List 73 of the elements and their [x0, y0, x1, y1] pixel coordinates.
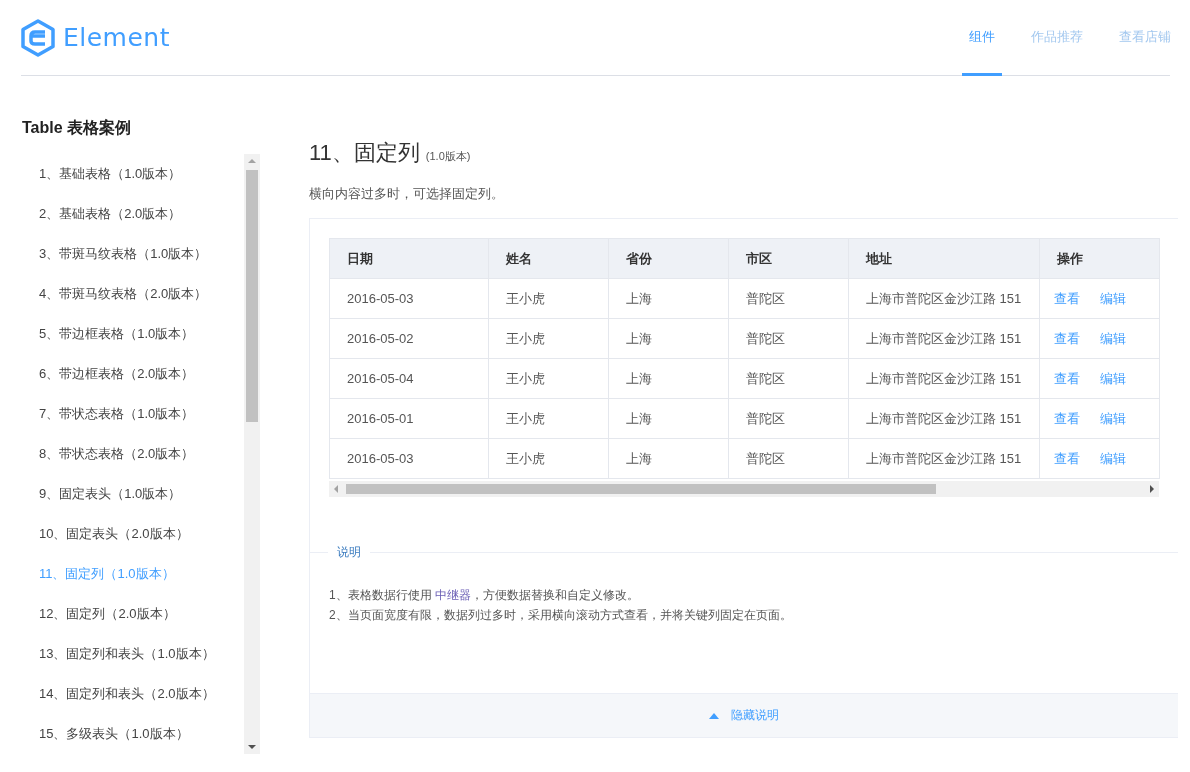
nav-tab[interactable]: 组件 [962, 0, 1002, 76]
table-cell: 普陀区 [728, 318, 849, 359]
table-link[interactable]: 查看 [1054, 450, 1080, 466]
sidebar-item[interactable]: 15、多级表头（1.0版本） [22, 714, 244, 754]
logo-text[interactable]: Element [63, 23, 170, 52]
table-cell: 上海 [608, 318, 729, 359]
column-header: 市区 [728, 238, 849, 279]
horizontal-scrollbar[interactable] [329, 481, 1159, 497]
table-cell: 2016-05-02 [329, 318, 489, 359]
column-header: 姓名 [488, 238, 609, 279]
table-cell: 普陀区 [728, 358, 849, 399]
table-cell: 上海 [608, 438, 729, 479]
table-cell: 上海市普陀区金沙江路 151 [848, 278, 1040, 319]
table-cell: 王小虎 [488, 278, 609, 319]
table-link[interactable]: 编辑 [1100, 330, 1126, 346]
table-cell: 上海市普陀区金沙江路 151 [848, 358, 1040, 399]
table-cell: 普陀区 [728, 398, 849, 439]
table-cell: 王小虎 [488, 438, 609, 479]
hide-notes-button[interactable]: 隐藏说明 [709, 705, 779, 726]
sidebar-item[interactable]: 12、固定列（2.0版本） [22, 594, 244, 634]
sidebar-item[interactable]: 4、带斑马纹表格（2.0版本） [22, 274, 244, 314]
sidebar-item[interactable]: 8、带状态表格（2.0版本） [22, 434, 244, 474]
sidebar-item[interactable]: 14、固定列和表头（2.0版本） [22, 674, 244, 714]
table-link[interactable]: 编辑 [1100, 450, 1126, 466]
note-text: 1、表格数据行使用 中继器，方便数据替换和自定义修改。 [329, 587, 640, 604]
sidebar-item[interactable]: 13、固定列和表头（1.0版本） [22, 634, 244, 674]
table-cell: 王小虎 [488, 398, 609, 439]
table-link[interactable]: 查看 [1054, 290, 1080, 306]
table-link[interactable]: 编辑 [1100, 290, 1126, 306]
table-cell: 2016-05-03 [329, 438, 489, 479]
table-link[interactable]: 编辑 [1100, 370, 1126, 386]
table-link[interactable]: 查看 [1054, 370, 1080, 386]
table-cell: 普陀区 [728, 278, 849, 319]
table-link[interactable]: 编辑 [1100, 410, 1126, 426]
table-cell: 上海市普陀区金沙江路 151 [848, 398, 1040, 439]
column-header: 操作 [1039, 238, 1160, 279]
logo-icon [21, 18, 55, 57]
column-header: 日期 [329, 238, 489, 279]
table-cell: 上海 [608, 398, 729, 439]
column-header: 地址 [848, 238, 1040, 279]
sidebar-item[interactable]: 10、固定表头（2.0版本） [22, 514, 244, 554]
table-cell: 2016-05-01 [329, 398, 489, 439]
sidebar-item[interactable]: 6、带边框表格（2.0版本） [22, 354, 244, 394]
sidebar-title: Table 表格案例 [22, 118, 133, 138]
nav-tab[interactable]: 作品推荐 [1024, 0, 1090, 76]
version-label: (1.0版本) [425, 149, 471, 164]
nav-tab[interactable]: 查看店铺 [1112, 0, 1178, 76]
table-link[interactable]: 查看 [1054, 410, 1080, 426]
note-text: 2、当页面宽度有限，数据列过多时，采用横向滚动方式查看，并将关键列固定在页面。 [329, 607, 793, 624]
section-description: 横向内容过多时，可选择固定列。 [309, 185, 505, 203]
notes-legend: 说明 [328, 544, 370, 561]
table-cell: 普陀区 [728, 438, 849, 479]
sidebar-item[interactable]: 9、固定表头（1.0版本） [22, 474, 244, 514]
section-title: 11、固定列 [309, 139, 420, 167]
table-cell: 上海 [608, 358, 729, 399]
table-cell: 2016-05-04 [329, 358, 489, 399]
table-link[interactable]: 查看 [1054, 330, 1080, 346]
sidebar-item[interactable]: 2、基础表格（2.0版本） [22, 194, 244, 234]
table-cell: 上海市普陀区金沙江路 151 [848, 318, 1040, 359]
table-cell: 上海 [608, 278, 729, 319]
vertical-scrollbar[interactable] [244, 154, 260, 754]
sidebar-item[interactable]: 1、基础表格（1.0版本） [22, 154, 244, 194]
table-cell: 王小虎 [488, 318, 609, 359]
sidebar-item[interactable]: 11、固定列（1.0版本） [22, 554, 244, 594]
column-header: 省份 [608, 238, 729, 279]
sidebar-item[interactable]: 3、带斑马纹表格（1.0版本） [22, 234, 244, 274]
table-cell: 上海市普陀区金沙江路 151 [848, 438, 1040, 479]
sidebar-item[interactable]: 5、带边框表格（1.0版本） [22, 314, 244, 354]
table-cell: 2016-05-03 [329, 278, 489, 319]
note-link[interactable]: 中继器 [435, 588, 471, 602]
caret-up-icon [709, 712, 719, 719]
table-cell: 王小虎 [488, 358, 609, 399]
sidebar-item[interactable]: 7、带状态表格（1.0版本） [22, 394, 244, 434]
